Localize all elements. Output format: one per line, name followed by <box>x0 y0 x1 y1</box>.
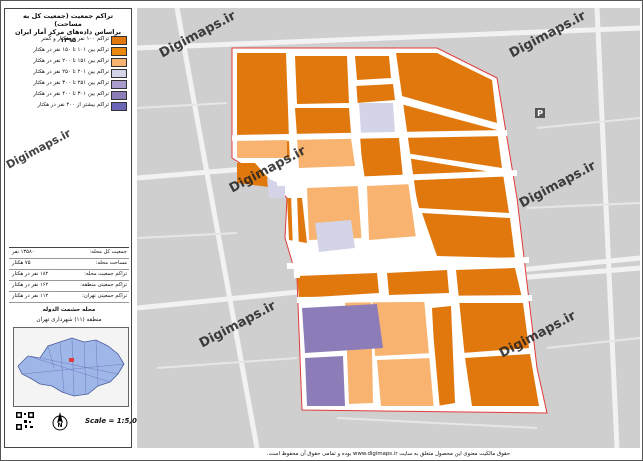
legend-swatch <box>111 36 127 45</box>
block <box>237 53 289 138</box>
stat-label: تراکم جمعیت محله: <box>84 271 127 277</box>
qr-code-icon <box>15 411 35 431</box>
legend-row: تراکم بیشتر از ۴۰۰ نفر در هکتار <box>9 101 129 111</box>
block <box>377 358 437 406</box>
block <box>355 84 395 103</box>
stat-value: ۱۶۲ نفر در هکتار <box>12 282 49 288</box>
stat-value: ۷۵ هکتار <box>12 260 31 266</box>
block <box>295 56 349 104</box>
legend-label: تراکم بین ۲۵۱ تا ۳۰۰ نفر در هکتار <box>33 80 109 86</box>
map-svg: P <box>137 8 640 448</box>
legend-row: تراکم بین ۲۰۱ تا ۲۵۰ نفر در هکتار <box>9 68 129 78</box>
legend-label: تراکم بین ۳۰۱ تا ۴۰۰ نفر در هکتار <box>33 91 109 97</box>
block <box>295 108 351 136</box>
district-name: منطقه (۱۱) شهرداری تهران <box>36 317 102 323</box>
location-marker-icon <box>69 358 74 362</box>
map-canvas[interactable]: P Digimaps.ir Digimaps.ir Digimaps.ir Di… <box>137 8 640 448</box>
legend-label: تراکم بین ۲۰۱ تا ۲۵۰ نفر در هکتار <box>33 69 109 75</box>
legend-title-line1: تراکم جمعیت (جمعیت کل به مساحت) <box>22 12 114 28</box>
legend-swatch <box>111 80 127 89</box>
inset-map-svg <box>17 337 125 397</box>
legend-panel: تراکم جمعیت (جمعیت کل به مساحت) براساس د… <box>4 8 147 448</box>
stat-value: ۱۳۵۸۰ نفر <box>12 249 35 255</box>
legend-row: تراکم بین ۲۵۱ تا ۳۰۰ نفر در هکتار <box>9 79 129 89</box>
block <box>387 270 449 295</box>
block <box>359 103 395 134</box>
stat-label: تراکم جمعیتی تهران: <box>82 293 127 299</box>
stats-table: جمعیت کل محله: ۱۳۵۸۰ نفر مساحت محله: ۷۵ … <box>9 247 129 303</box>
legend-label: تراکم ۱۰۰ نفر در هکتار و کمتر <box>41 36 109 42</box>
stat-row: تراکم جمعیتی منطقه: ۱۶۲ نفر در هکتار <box>9 281 129 292</box>
copyright-footer: حقوق مالکیت معنوی این محصول متعلق به سای… <box>266 451 511 457</box>
legend-label: تراکم بیشتر از ۴۰۰ نفر در هکتار <box>37 102 109 108</box>
stat-label: جمعیت کل محله: <box>89 249 127 255</box>
stat-row: جمعیت کل محله: ۱۳۵۸۰ نفر <box>9 248 129 259</box>
stat-row: مساحت محله: ۷۵ هکتار <box>9 259 129 270</box>
legend-label: تراکم بین ۱۰۱ تا ۱۵۰ نفر در هکتار <box>33 47 109 53</box>
parking-letter: P <box>537 109 543 118</box>
legend-row: تراکم بین ۱۵۱ تا ۲۰۰ نفر در هکتار <box>9 57 129 67</box>
stat-value: ۱۱۲ نفر در هکتار <box>12 293 49 299</box>
block <box>359 138 403 180</box>
north-arrow-icon: N <box>52 412 68 431</box>
legend-row: تراکم بین ۱۰۱ تا ۱۵۰ نفر در هکتار <box>9 46 129 56</box>
block <box>355 56 391 80</box>
legend-swatch <box>111 58 127 67</box>
block <box>305 356 345 406</box>
legend-row: تراکم بین ۳۰۱ تا ۴۰۰ نفر در هکتار <box>9 90 129 100</box>
block <box>455 268 522 298</box>
stat-label: مساحت محله: <box>95 260 127 266</box>
block <box>302 304 383 353</box>
legend-label: تراکم بین ۱۵۱ تا ۲۰۰ نفر در هکتار <box>33 58 109 64</box>
stat-value: ۱۸۲ نفر در هکتار <box>12 271 49 277</box>
block <box>315 220 355 252</box>
legend-swatch <box>111 69 127 78</box>
block <box>422 213 515 258</box>
tehran-inset-map <box>13 327 129 407</box>
neighborhood-name: محله حشمت الدوله <box>42 307 96 313</box>
stat-row: تراکم جمعیت محله: ۱۸۲ نفر در هکتار <box>9 270 129 281</box>
tehran-outline <box>17 337 125 397</box>
legend-swatch <box>111 91 127 100</box>
stat-row: تراکم جمعیتی تهران: ۱۱۲ نفر در هکتار <box>9 292 129 303</box>
north-letter: N <box>57 422 62 429</box>
stat-label: تراکم جمعیتی منطقه: <box>80 282 127 288</box>
block <box>465 354 539 406</box>
legend-swatch <box>111 47 127 56</box>
legend-row: تراکم ۱۰۰ نفر در هکتار و کمتر <box>9 35 129 45</box>
legend-swatch <box>111 102 127 111</box>
